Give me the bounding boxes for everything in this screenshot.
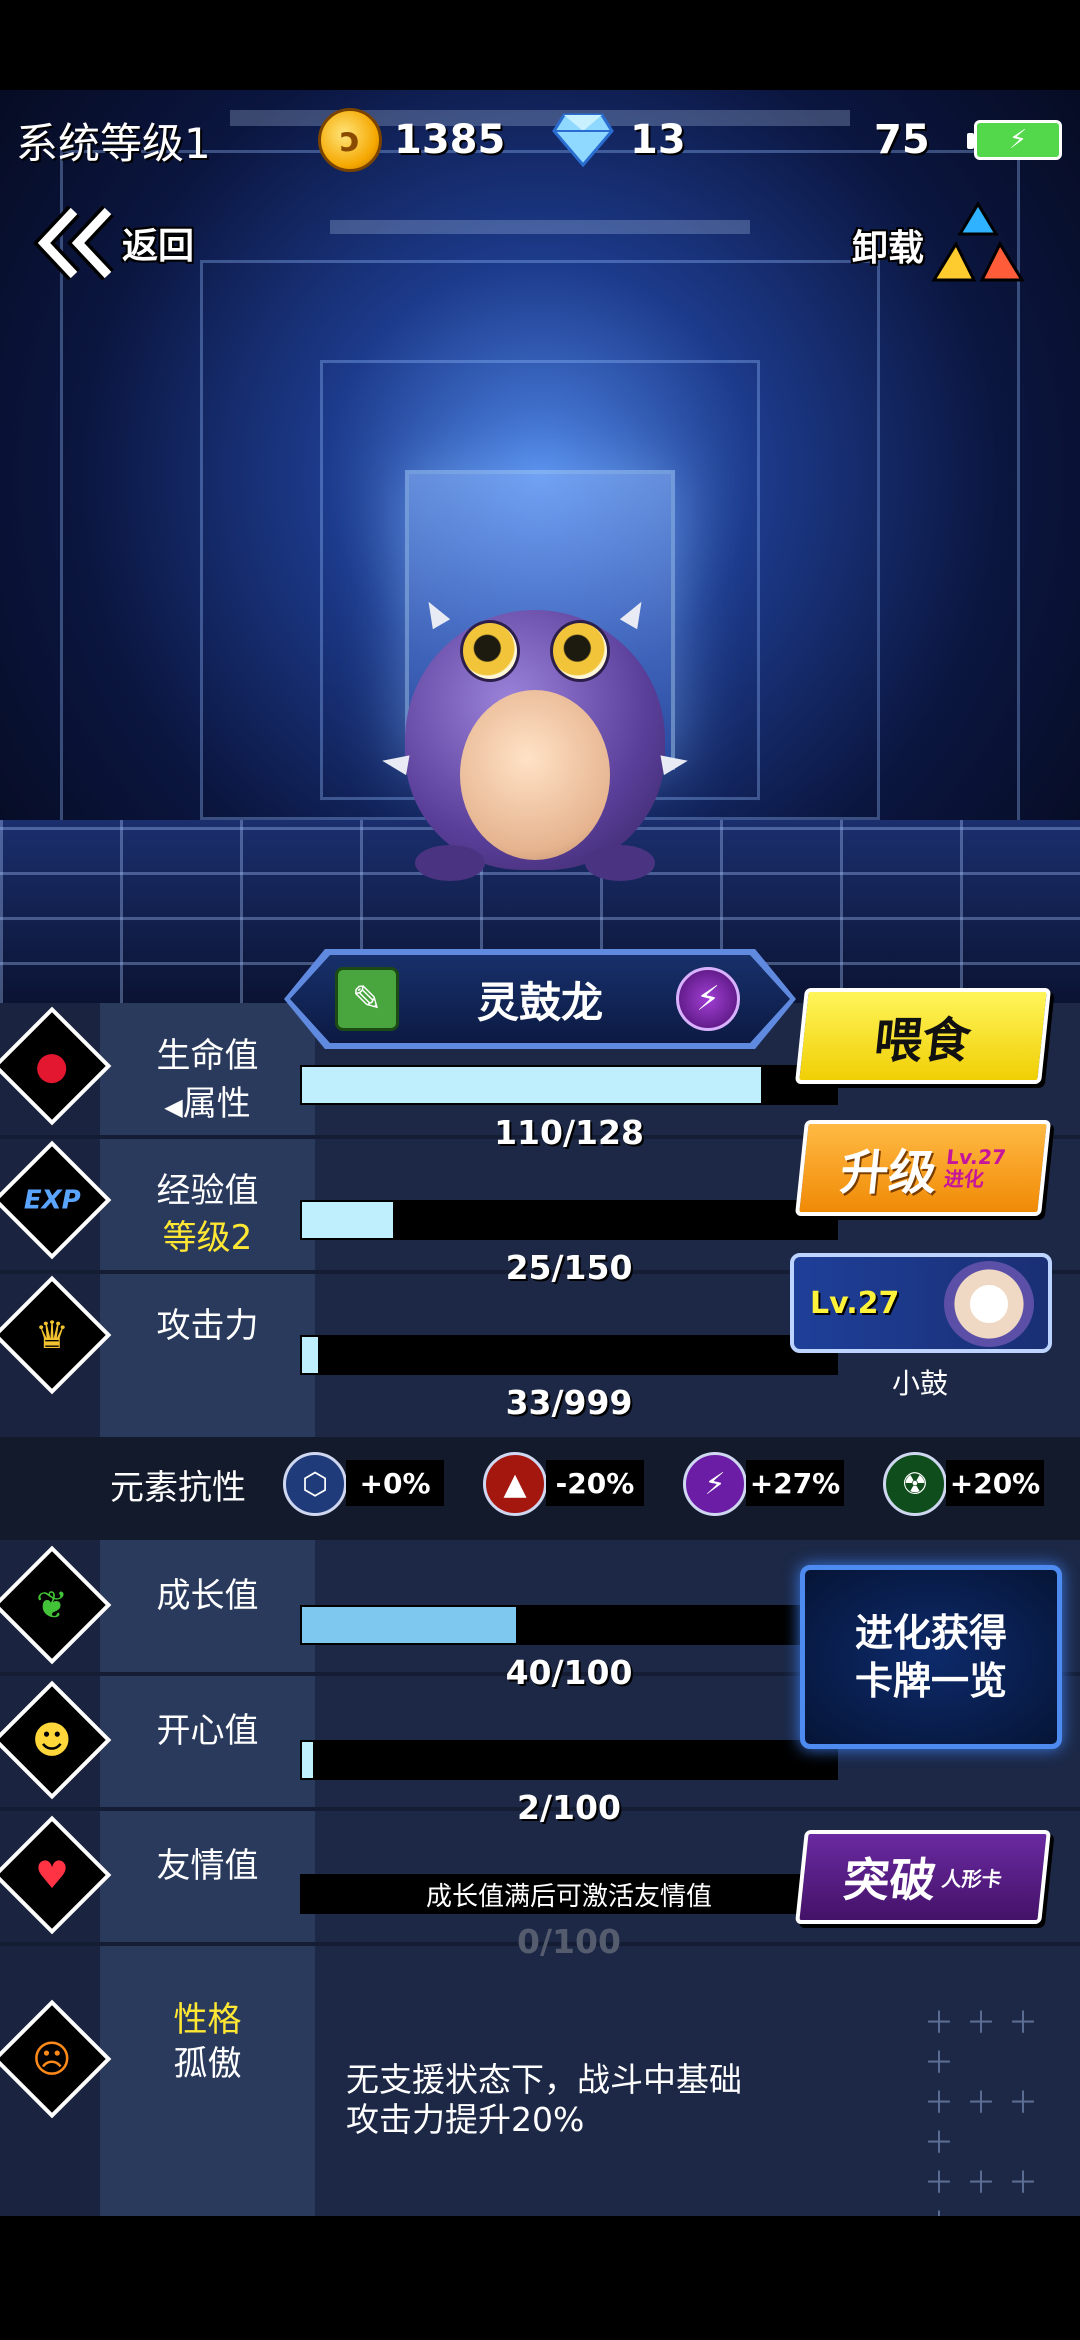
diamond-counter: 13	[552, 100, 686, 180]
fire-element-icon: ▲	[483, 1452, 547, 1516]
happiness-label: 开心值	[156, 1711, 259, 1751]
resistance-label: 元素抗性	[110, 1468, 246, 1508]
water-element-icon: ⬡	[283, 1452, 347, 1516]
back-button[interactable]: 返回	[30, 205, 194, 281]
hp-label: 生命值	[156, 1036, 259, 1076]
triangle-left-icon: ◀	[164, 1093, 183, 1121]
breakthrough-sub: 人形卡	[940, 1866, 1004, 1891]
trait-description: 无支援状态下，战斗中基础 攻击力提升20%	[346, 2060, 806, 2140]
edit-name-button[interactable]: ✎	[335, 967, 399, 1031]
battery-indicator: ⚡	[967, 100, 1062, 180]
hp-bar	[300, 1065, 838, 1105]
friendship-value: 0/100	[517, 1922, 621, 1961]
resistance-value: +20%	[946, 1460, 1044, 1506]
bottom-black-bar	[0, 2216, 1080, 2340]
breakthrough-label: 突破	[840, 1853, 939, 1907]
monster-eye	[460, 620, 520, 682]
lightning-element-icon: ⚡	[683, 1452, 747, 1516]
trait-title: 性格	[173, 2000, 242, 2040]
growth-bar-fill	[302, 1607, 516, 1643]
friendship-locked-bar: 成长值满后可激活友情值	[300, 1874, 838, 1914]
battery-level-text: 75	[874, 117, 930, 163]
exp-bar-fill	[302, 1202, 393, 1238]
feed-button[interactable]: 喂食	[794, 988, 1052, 1084]
upgrade-label: 升级	[837, 1145, 940, 1201]
upgrade-sub-level: Lv.27	[945, 1145, 1008, 1169]
attack-bar-fill	[302, 1337, 319, 1373]
diamond-count: 13	[630, 117, 686, 163]
resistance-value: -20%	[546, 1460, 644, 1506]
system-level-text: 系统等级1	[16, 118, 211, 168]
pencil-icon: ✎	[351, 978, 383, 1020]
recycle-icon	[931, 201, 1025, 282]
resistance-value: +27%	[746, 1460, 844, 1506]
card-name: 小鼓	[891, 1367, 948, 1400]
happiness-bar	[300, 1740, 838, 1780]
growth-value: 40/100	[505, 1653, 633, 1692]
happiness-value: 2/100	[517, 1788, 621, 1827]
monster-eye	[550, 620, 610, 682]
unload-button[interactable]: 卸载	[852, 200, 1026, 290]
coin-count: 1385	[394, 117, 506, 163]
hp-bar-fill	[302, 1067, 762, 1103]
nature-element-icon: ☢	[883, 1452, 947, 1516]
top-black-bar	[0, 0, 1080, 90]
feed-label: 喂食	[871, 1013, 974, 1069]
growth-label: 成长值	[156, 1576, 259, 1616]
friendship-label: 友情值	[156, 1846, 259, 1886]
hp-value: 110/128	[494, 1113, 644, 1152]
attack-value: 33/999	[505, 1383, 633, 1422]
exp-label: 经验值	[156, 1171, 259, 1211]
card-level: Lv.27	[810, 1285, 900, 1321]
battery-icon: ⚡	[967, 120, 1062, 160]
growth-bar	[300, 1605, 838, 1645]
breakthrough-button[interactable]: 突破 人形卡	[795, 1830, 1051, 1924]
upgrade-sub: Lv.27 进化	[942, 1145, 1008, 1191]
monster-spike	[380, 750, 410, 776]
monster-spike	[419, 596, 451, 630]
exp-bar	[300, 1200, 838, 1240]
attribute-label: 属性	[182, 1084, 251, 1124]
coin-icon: ↄ	[318, 108, 382, 172]
coin-counter: ↄ 1385	[318, 100, 505, 180]
attack-label: 攻击力	[156, 1306, 259, 1346]
back-label: 返回	[122, 226, 195, 267]
lightning-element-icon: ⚡	[676, 967, 740, 1031]
pet-name: 灵鼓龙	[476, 977, 603, 1027]
trait-desc-line-1: 无支援状态下，战斗中基础	[346, 2060, 742, 2099]
attack-bar	[300, 1335, 838, 1375]
diamond-icon	[552, 113, 614, 167]
battery-percent: 75	[874, 100, 930, 180]
system-level: 系统等级1	[16, 100, 211, 180]
evolve-line-2: 卡牌一览	[854, 1659, 1007, 1703]
trait-name: 孤傲	[173, 2044, 242, 2084]
resistance-value: +0%	[346, 1460, 444, 1506]
exp-value: 25/150	[505, 1248, 633, 1287]
pet-monster[interactable]	[380, 560, 690, 890]
monster-belly	[460, 690, 610, 860]
upgrade-sub-evolve: 进化	[942, 1167, 986, 1191]
back-chevron-icon	[33, 205, 114, 281]
monster-foot	[585, 845, 655, 881]
upgrade-button[interactable]: 升级 Lv.27 进化	[794, 1120, 1052, 1216]
unload-label: 卸载	[852, 228, 925, 269]
monster-spike	[619, 596, 651, 630]
happiness-bar-fill	[302, 1742, 313, 1778]
monster-foot	[415, 845, 485, 881]
evolve-line-1: 进化获得	[854, 1611, 1007, 1655]
trait-desc-line-2: 攻击力提升20%	[346, 2100, 585, 2139]
character-card[interactable]: Lv.27	[790, 1253, 1052, 1353]
card-portrait	[944, 1261, 1034, 1347]
attribute-toggle[interactable]: ◀属性	[100, 1076, 315, 1125]
level-label: 等级2	[162, 1218, 253, 1258]
ceiling-light	[330, 220, 750, 234]
evolve-cards-button[interactable]: 进化获得 卡牌一览	[800, 1565, 1062, 1749]
